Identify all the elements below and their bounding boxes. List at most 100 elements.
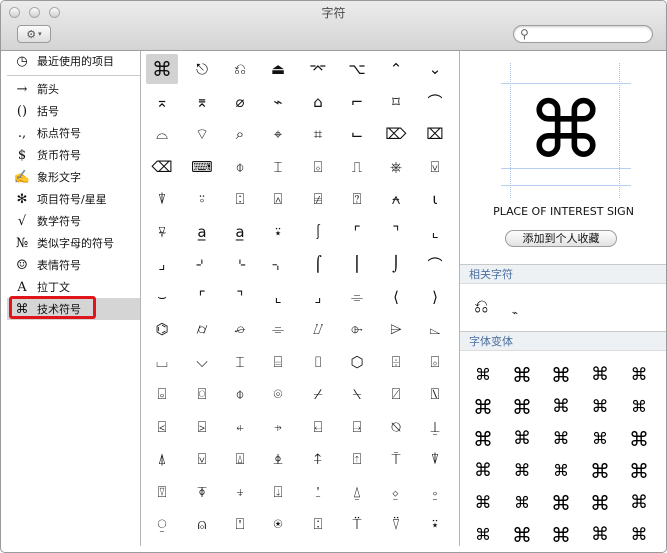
character-cell[interactable]: ⌤ — [302, 54, 334, 84]
character-cell[interactable]: ⍡ — [341, 509, 373, 539]
character-cell[interactable]: ⍗ — [262, 477, 294, 507]
character-cell[interactable]: ⌮ — [224, 314, 256, 344]
character-cell[interactable]: ⌺ — [419, 347, 451, 377]
character-cell[interactable]: ⍳ — [419, 184, 451, 214]
character-cell[interactable]: ⌦ — [380, 119, 412, 149]
font-variant-glyph[interactable]: ⌘ — [543, 424, 579, 454]
font-variant-glyph[interactable]: ⌘ — [504, 520, 540, 550]
sidebar-item-arrows[interactable]: → 箭头 — [7, 78, 140, 100]
character-cell[interactable]: ⍇ — [302, 412, 334, 442]
character-cell[interactable]: ⌞ — [419, 217, 451, 247]
character-cell[interactable]: ⍰ — [341, 184, 373, 214]
character-cell[interactable]: ⌶ — [262, 152, 294, 182]
character-cell[interactable]: ⍟ — [262, 509, 294, 539]
character-cell[interactable]: ⌠ — [302, 249, 334, 279]
sidebar-item-bullets-stars[interactable]: ✻ 项目符号/星星 — [7, 188, 140, 210]
character-cell[interactable]: a̲ — [186, 217, 218, 247]
character-cell[interactable]: ⌻ — [146, 379, 178, 409]
character-cell[interactable]: a̲ — [224, 217, 256, 247]
character-cell[interactable]: ⌱ — [341, 314, 373, 344]
character-cell[interactable]: ⌶ — [224, 347, 256, 377]
character-cell[interactable]: ⍎ — [262, 444, 294, 474]
character-cell[interactable]: ⌞ — [262, 282, 294, 312]
character-cell[interactable]: ⍌ — [419, 152, 451, 182]
font-variant-glyph[interactable]: ⌘ — [621, 520, 657, 550]
character-cell[interactable]: ⟨ — [380, 282, 412, 312]
character-cell[interactable]: ⌎ — [224, 249, 256, 279]
character-cell[interactable]: ⍁ — [380, 379, 412, 409]
character-cell[interactable]: ⌸ — [262, 347, 294, 377]
add-to-favorites-button[interactable]: 添加到个人收藏 — [505, 230, 617, 247]
character-cell[interactable]: ⍠ — [224, 184, 256, 214]
character-cell[interactable]: ⍤ — [186, 184, 218, 214]
character-cell[interactable]: ⌅ — [146, 87, 178, 117]
character-cell[interactable]: ⍃ — [146, 412, 178, 442]
character-cell[interactable]: ⎰ — [302, 217, 334, 247]
character-cell[interactable]: ⍔ — [146, 477, 178, 507]
character-cell[interactable]: ⎮ — [341, 249, 373, 279]
character-cell[interactable]: ⌨ — [186, 152, 218, 182]
font-variant-glyph[interactable]: ⌘ — [543, 488, 579, 518]
character-cell[interactable]: ⍅ — [224, 412, 256, 442]
character-cell[interactable]: ⍒ — [146, 184, 178, 214]
font-variant-glyph[interactable]: ⌘ — [582, 456, 618, 486]
font-variant-glyph[interactable]: ⌘ — [621, 360, 657, 390]
related-character[interactable]: ⎌ — [474, 296, 488, 317]
character-cell[interactable]: ⌖ — [262, 119, 294, 149]
character-cell[interactable]: ⌷ — [302, 347, 334, 377]
character-cell[interactable]: ⌡ — [380, 249, 412, 279]
font-variant-glyph[interactable]: ⌘ — [465, 424, 501, 454]
character-cell[interactable]: ⟩ — [419, 282, 451, 312]
character-cell[interactable]: ⌒ — [419, 87, 451, 117]
character-cell[interactable]: ⎈ — [380, 152, 412, 182]
font-variant-glyph[interactable]: ⌘ — [465, 520, 501, 550]
font-variant-glyph[interactable]: ⌘ — [543, 520, 579, 550]
font-variant-glyph[interactable]: ⌘ — [504, 424, 540, 454]
font-variant-glyph[interactable]: ⌘ — [621, 424, 657, 454]
character-cell[interactable]: ⌗ — [302, 119, 334, 149]
character-cell[interactable]: ⌄ — [419, 54, 451, 84]
character-cell[interactable]: ⍘ — [302, 477, 334, 507]
character-cell[interactable]: ⌘ — [146, 54, 178, 84]
character-cell[interactable]: ⍯ — [302, 184, 334, 214]
font-variant-glyph[interactable]: ⌘ — [582, 360, 618, 390]
sidebar-item-punctuation[interactable]: ., 标点符号 — [7, 122, 140, 144]
character-cell[interactable]: ⍓ — [262, 184, 294, 214]
character-cell[interactable]: ⍜ — [146, 509, 178, 539]
character-cell[interactable]: ⍛ — [419, 477, 451, 507]
character-cell[interactable]: ⍈ — [341, 412, 373, 442]
character-cell[interactable]: ⍀ — [341, 379, 373, 409]
character-cell[interactable]: ⍫ — [146, 217, 178, 247]
character-cell[interactable]: ⌔ — [186, 119, 218, 149]
character-cell[interactable]: ⌿ — [302, 379, 334, 409]
character-cell[interactable]: ⌍ — [262, 249, 294, 279]
character-cell[interactable]: ⌟ — [146, 249, 178, 279]
character-cell[interactable]: ⌽ — [224, 379, 256, 409]
font-variant-glyph[interactable]: ⌘ — [621, 488, 657, 518]
character-cell[interactable]: ⌕ — [224, 119, 256, 149]
character-cell[interactable]: ⍂ — [419, 379, 451, 409]
character-cell[interactable]: ⌟ — [302, 282, 334, 312]
character-cell[interactable]: ⌃ — [380, 54, 412, 84]
font-variant-glyph[interactable]: ⌘ — [543, 360, 579, 390]
related-character[interactable]: ⌁ — [512, 308, 518, 319]
character-cell[interactable]: ⍠ — [302, 509, 334, 539]
character-cell[interactable]: ⍉ — [380, 412, 412, 442]
search-field[interactable]: ⚲ — [513, 25, 653, 43]
character-cell[interactable]: ⍝ — [186, 509, 218, 539]
character-cell[interactable]: ⌬ — [146, 314, 178, 344]
sidebar-item-latin[interactable]: A 拉丁文 — [7, 276, 140, 298]
font-variant-glyph[interactable]: ⌘ — [543, 392, 579, 422]
character-cell[interactable]: ⌝ — [224, 282, 256, 312]
character-cell[interactable]: ⍒ — [419, 444, 451, 474]
character-cell[interactable]: ⎌ — [224, 54, 256, 84]
character-cell[interactable]: ⌵ — [186, 347, 218, 377]
character-cell[interactable]: ⌭ — [186, 314, 218, 344]
character-cell[interactable]: ⌳ — [419, 314, 451, 344]
character-cell[interactable]: ⍑ — [380, 444, 412, 474]
font-variant-glyph[interactable]: ⌘ — [582, 520, 618, 550]
search-input[interactable] — [534, 27, 648, 41]
character-cell[interactable]: ⏏ — [262, 54, 294, 84]
font-variant-glyph[interactable]: ⌘ — [504, 392, 540, 422]
character-cell[interactable]: ⍋ — [146, 444, 178, 474]
